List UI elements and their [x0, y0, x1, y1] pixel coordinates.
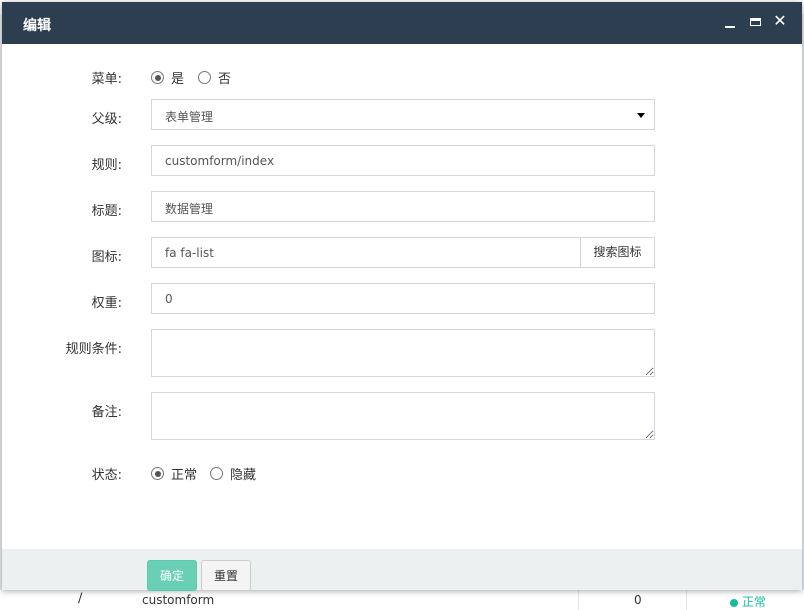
status-radio-hidden[interactable]: 隐藏 [210, 464, 256, 483]
background-table-row: ∕ customform 0 正常 [0, 590, 804, 610]
condition-textarea[interactable] [151, 329, 655, 377]
title-input-value: 数据管理 [165, 202, 214, 216]
parent-select[interactable]: 表单管理 [151, 99, 655, 130]
status-text: 正常 [742, 595, 767, 609]
radio-checked-icon [151, 467, 164, 480]
minimize-icon[interactable] [721, 13, 739, 31]
status-option-hidden-label: 隐藏 [230, 468, 257, 483]
icon-input[interactable]: fa fa-list 搜索图标 [151, 237, 655, 268]
dialog-footer: 确定 重置 [2, 549, 802, 591]
status-label: 状态: [91, 468, 122, 483]
row-name: customform [142, 593, 215, 607]
status-dot-icon [730, 598, 738, 607]
menu-radio-no[interactable]: 否 [198, 68, 231, 87]
rule-input[interactable]: customform/index [151, 145, 655, 176]
edit-form: 菜单: 是 否 父级: 表单管理 规则: customform/index 标题… [2, 44, 802, 549]
remark-textarea[interactable] [151, 392, 655, 440]
status-option-normal-label: 正常 [171, 468, 198, 483]
column-divider [686, 590, 687, 610]
status-badge: 正常 [730, 593, 766, 610]
weight-label: 权重: [91, 296, 122, 311]
radio-checked-icon [151, 71, 164, 84]
column-divider [578, 590, 579, 610]
icon-input-value: fa fa-list [165, 246, 214, 260]
edit-dialog: 编辑 ✕ 菜单: 是 否 父级: 表单管理 规则: customform/ind… [2, 2, 802, 591]
maximize-icon[interactable] [747, 13, 765, 31]
parent-label: 父级: [91, 112, 122, 127]
radio-unchecked-icon [210, 467, 223, 480]
menu-label: 菜单: [91, 72, 122, 87]
condition-label: 规则条件: [65, 342, 122, 357]
radio-unchecked-icon [198, 71, 211, 84]
parent-select-value: 表单管理 [165, 110, 214, 124]
caret-down-icon [637, 113, 645, 118]
reset-button[interactable]: 重置 [201, 560, 251, 591]
close-icon[interactable]: ✕ [771, 12, 789, 30]
search-icon-button[interactable]: 搜索图标 [580, 238, 654, 267]
rule-label: 规则: [91, 158, 122, 173]
title-input[interactable]: 数据管理 [151, 191, 655, 222]
icon-label: 图标: [91, 250, 122, 265]
status-radio-normal[interactable]: 正常 [151, 464, 197, 483]
dialog-title: 编辑 [23, 18, 51, 34]
title-label: 标题: [91, 204, 122, 219]
menu-option-yes-label: 是 [171, 72, 185, 87]
menu-option-no-label: 否 [218, 72, 232, 87]
confirm-button[interactable]: 确定 [147, 560, 197, 591]
weight-input-value: 0 [165, 292, 173, 306]
remark-label: 备注: [91, 405, 122, 420]
dialog-titlebar: 编辑 ✕ [2, 2, 802, 44]
weight-input[interactable]: 0 [151, 283, 655, 314]
wrench-icon: ∕ [78, 591, 83, 606]
row-weight: 0 [634, 593, 642, 607]
rule-input-value: customform/index [165, 154, 275, 168]
menu-radio-yes[interactable]: 是 [151, 68, 184, 87]
